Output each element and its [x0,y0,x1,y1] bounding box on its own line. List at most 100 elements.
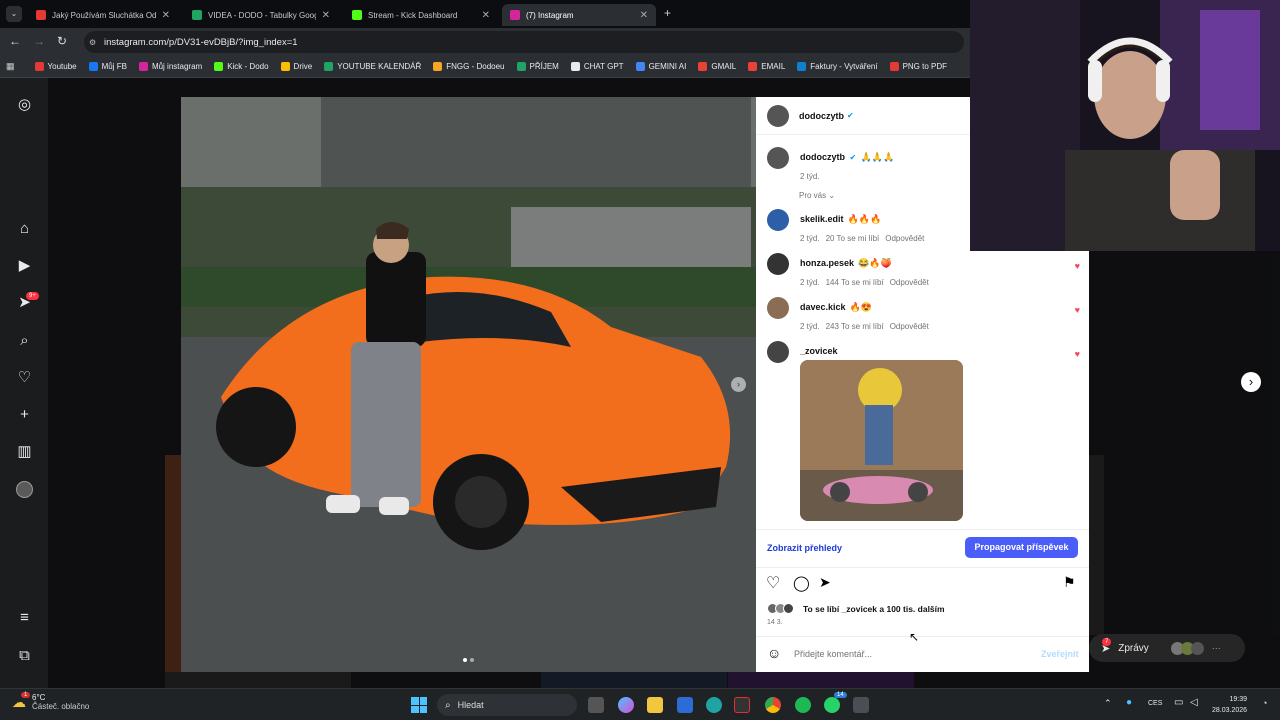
reply-button[interactable]: Odpovědět [890,278,929,287]
next-post-button[interactable]: › [1241,372,1261,392]
tab-kick[interactable]: Stream - Kick Dashboard ✕ [344,4,498,26]
close-icon[interactable]: ✕ [322,10,330,21]
new-tab-icon[interactable]: + [664,6,671,20]
bookmark-item[interactable]: Faktury - Vytváření [791,62,883,71]
tray-chevron-icon[interactable]: ⌃ [1104,698,1112,709]
bookmark-item[interactable]: FNGG - Dodoeu [427,62,510,71]
verified-icon: ✔ [849,153,857,162]
weather-temp: 6°C [32,693,46,702]
dashboard-icon[interactable]: ▥ [16,443,33,460]
site-info-icon[interactable]: ⚙ [89,38,96,47]
spotify-icon[interactable] [795,697,811,713]
bookmark-item[interactable]: PŘÍJEM [511,62,565,71]
caption-username[interactable]: dodoczytb [800,152,845,162]
meta-apps-icon[interactable]: ⧉ [16,647,33,664]
microphone-icon[interactable]: ● [1126,697,1132,708]
bookmark-item[interactable]: Drive [275,62,319,71]
bookmark-item[interactable]: GMAIL [692,62,742,71]
create-icon[interactable]: + [16,406,33,423]
publish-comment-button[interactable]: Zveřejnit [1041,649,1079,659]
taskbar-search[interactable]: ⌕ Hledat [437,694,577,716]
clock[interactable]: 19:39 28.03.2026 [1212,694,1247,716]
comment-icon[interactable]: ◯ [793,574,810,592]
emoji-icon[interactable]: ☺ [767,645,781,661]
comment-text: 🔥🔥🔥 [847,214,882,224]
commenter-avatar[interactable] [767,297,789,319]
whatsapp-badge: 14 [834,692,847,698]
reply-button[interactable]: Odpovědět [890,322,929,331]
close-icon[interactable]: ✕ [482,10,490,21]
bookmark-item[interactable]: Můj instagram [133,62,208,71]
url-input[interactable]: ⚙ instagram.com/p/DV31-evDBjB/?img_index… [84,31,964,53]
instagram-logo-icon[interactable]: ◎ [16,96,33,113]
chrome-icon[interactable] [765,697,781,713]
file-explorer-icon[interactable] [647,697,663,713]
task-view-icon[interactable] [588,697,604,713]
apps-icon[interactable]: ▦ [6,61,15,72]
view-insights-link[interactable]: Zobrazit přehledy [767,543,842,553]
reels-icon[interactable]: ▶ [16,257,33,274]
commenter-avatar[interactable] [767,253,789,275]
bookmark-item[interactable]: Můj FB [83,62,133,71]
comment-input[interactable]: Přidejte komentář... [794,649,1024,659]
start-icon[interactable] [411,697,427,713]
commenter-avatar[interactable] [767,209,789,231]
profile-avatar[interactable] [16,481,33,498]
comment-likes[interactable]: 144 To se mi líbí [826,278,884,287]
comment-like-heart-icon[interactable]: ♥ [1075,305,1080,315]
notifications-heart-icon[interactable]: ♡ [16,369,33,386]
language-indicator[interactable]: CES [1148,700,1162,707]
network-icon[interactable]: ▭ [1174,697,1183,708]
whatsapp-icon[interactable] [824,697,840,713]
promote-post-button[interactable]: Propagovat příspěvek [965,537,1078,558]
edge-icon[interactable] [706,697,722,713]
commenter-username[interactable]: _zovicek [800,346,838,356]
back-icon[interactable]: ← [9,34,21,48]
author-avatar[interactable] [767,147,789,169]
volume-icon[interactable]: ◁ [1190,697,1198,708]
sort-dropdown[interactable]: Pro vás ⌄ [799,191,835,200]
tab-list-button[interactable]: ⌄ [6,6,22,22]
bookmark-item[interactable]: PNG to PDF [884,62,953,71]
comment-gif[interactable] [800,360,963,521]
comment-like-heart-icon[interactable]: ♥ [1075,261,1080,271]
comment-likes[interactable]: 20 To se mi líbí [826,234,880,243]
save-bookmark-icon[interactable]: ⚑ [1063,574,1076,591]
comment-like-heart-icon[interactable]: ♥ [1075,349,1080,359]
calculator-icon[interactable] [853,697,869,713]
notification-bell-icon[interactable]: ◔ [1262,698,1267,708]
store-icon[interactable] [677,697,693,713]
tab-instagram[interactable]: (7) Instagram ✕ [502,4,656,26]
author-username[interactable]: dodoczytb [799,111,844,121]
bookmark-item[interactable]: GEMINI AI [630,62,693,71]
messages-widget[interactable]: ➤ Zprávy ··· [1089,634,1245,662]
like-heart-icon[interactable]: ♡ [766,573,780,593]
copilot-icon[interactable] [618,697,634,713]
terminal-icon[interactable] [734,697,750,713]
bookmark-item[interactable]: Kick - Dodo [208,62,274,71]
bookmark-item[interactable]: EMAIL [742,62,791,71]
next-image-button[interactable]: › [731,377,746,392]
commenter-avatar[interactable] [767,341,789,363]
bookmark-item[interactable]: YOUTUBE KALENDÁŘ [318,62,427,71]
commenter-username[interactable]: honza.pesek [800,258,854,268]
comment-likes[interactable]: 243 To se mi líbí [826,322,884,331]
forward-icon[interactable]: → [33,34,45,48]
close-icon[interactable]: ✕ [162,10,170,21]
chevron-down-icon: ⌄ [828,191,836,200]
likes-summary[interactable]: To se líbí _zovicek a 100 tis. dalším [803,604,945,614]
tab-youtube[interactable]: Jaký Používám Sluchátka Od Sa ✕ [28,4,178,26]
reply-button[interactable]: Odpovědět [885,234,924,243]
close-icon[interactable]: ✕ [640,10,648,21]
reload-icon[interactable]: ↻ [57,34,67,48]
more-menu-icon[interactable]: ≡ [16,609,33,626]
author-avatar[interactable] [767,105,789,127]
share-icon[interactable]: ➤ [819,574,831,591]
commenter-username[interactable]: skelik.edit [800,214,844,224]
search-icon[interactable]: ⌕ [16,332,33,349]
tab-sheets[interactable]: VIDEA - DODO - Tabulky Googl ✕ [184,4,338,26]
bookmark-item[interactable]: CHAT GPT [565,62,630,71]
bookmark-item[interactable]: Youtube [29,62,83,71]
commenter-username[interactable]: davec.kick [800,302,846,312]
home-icon[interactable]: ⌂ [16,220,33,237]
